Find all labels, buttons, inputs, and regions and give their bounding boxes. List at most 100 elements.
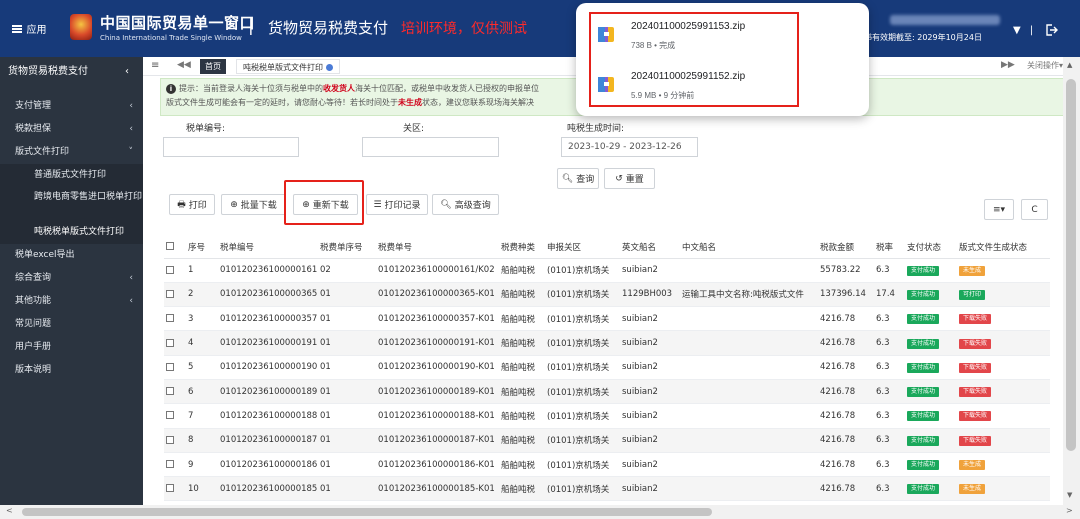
sidebar-item-version[interactable]: 版本说明 [0, 359, 143, 382]
column-header: 英文船名 [620, 236, 680, 259]
customs-label: 关区: [403, 124, 425, 134]
scroll-up-icon[interactable]: ▲ [1067, 61, 1072, 69]
cell-seq: 6 [186, 379, 218, 405]
table-row[interactable]: 9 010120236100000186 01 010120236100000186-… [164, 452, 1050, 478]
cell-seq: 9 [186, 452, 218, 478]
sidebar-subitem-crossborder-print[interactable]: 跨境电商零售进口税单打印 [0, 187, 143, 221]
table-row[interactable]: 2 010120236100000365 01 010120236100000365-… [164, 282, 1050, 308]
table-row[interactable]: 4 010120236100000191 01 010120236100000191-… [164, 330, 1050, 356]
scroll-right-icon[interactable]: > [1066, 506, 1073, 515]
row-checkbox-cell[interactable] [164, 379, 186, 405]
sidebar-item-query[interactable]: 综合查询 ‹ [0, 267, 143, 290]
print-button[interactable]: 🖶 打印 [169, 194, 215, 215]
sidebar-item-format-print[interactable]: 版式文件打印 ˅ [0, 141, 143, 164]
reset-button[interactable]: ↺ 重置 [604, 168, 655, 189]
sidebar-item-faq[interactable]: 常见问题 [0, 313, 143, 336]
table-row[interactable]: 7 010120236100000188 01 010120236100000188-… [164, 403, 1050, 429]
tax-no-input[interactable] [163, 137, 299, 157]
cell-kind: 船舶吨税 [499, 258, 545, 283]
row-checkbox-cell[interactable] [164, 282, 186, 308]
table-row[interactable]: 1 010120236100000161 02 010120236100000161/… [164, 258, 1050, 283]
checkbox[interactable] [166, 484, 174, 493]
checkbox[interactable] [166, 435, 174, 444]
generation-status-cell: 下载失败 [957, 306, 1050, 332]
menu-toggle-icon[interactable]: ≡ [151, 60, 159, 71]
cell-sub-seq: 01 [318, 379, 376, 405]
cell-tax-no: 010120236100000187 [218, 428, 318, 453]
cell-en-name: suibian2 [620, 476, 680, 502]
scroll-left-icon[interactable]: < [6, 506, 13, 515]
vertical-scroll-thumb[interactable] [1066, 79, 1076, 451]
horizontal-scroll-thumb[interactable] [22, 508, 712, 516]
tab-next-icon[interactable]: ▶▶ [1001, 60, 1015, 70]
sidebar-title[interactable]: 货物贸易税费支付 ‹ [0, 57, 143, 87]
close-tab-icon[interactable] [326, 64, 333, 71]
generation-status-cell: 未生成 [957, 258, 1050, 283]
refresh-button[interactable]: C [1021, 199, 1048, 220]
sidebar-item-manual[interactable]: 用户手册 [0, 336, 143, 359]
row-checkbox-cell[interactable] [164, 330, 186, 356]
checkbox[interactable] [166, 289, 174, 298]
table-row[interactable]: 5 010120236100000190 01 010120236100000190-… [164, 355, 1050, 380]
cell-tax-no: 010120236100000186 [218, 452, 318, 478]
print-record-button[interactable]: ☰ 打印记录 [366, 194, 428, 215]
sidebar-item-payment[interactable]: 支付管理 ‹ [0, 95, 143, 118]
select-all-checkbox[interactable] [164, 236, 186, 259]
sidebar-item-other[interactable]: 其他功能 ‹ [0, 290, 143, 313]
time-range-input[interactable]: 2023-10-29 - 2023-12-26 [561, 137, 698, 157]
payment-status-cell: 支付成功 [905, 476, 957, 502]
status-badge: 支付成功 [907, 265, 940, 276]
checkbox[interactable] [166, 314, 174, 323]
row-checkbox-cell[interactable] [164, 355, 186, 380]
sidebar-item-guarantee[interactable]: 税款担保 ‹ [0, 118, 143, 141]
horizontal-scrollbar[interactable]: < > [0, 505, 1080, 519]
checkbox[interactable] [166, 411, 174, 420]
customs-input[interactable] [362, 137, 499, 157]
table-row[interactable]: 10 010120236100000185 01 010120236100000185… [164, 476, 1050, 502]
checkbox[interactable] [166, 338, 174, 347]
batch-download-button[interactable]: ⊕ 批量下载 [221, 194, 286, 215]
cell-bill-no: 010120236100000161/K02 [376, 258, 499, 283]
table-row[interactable]: 3 010120236100000357 01 010120236100000357-… [164, 306, 1050, 332]
vertical-scrollbar[interactable]: ▲ ▼ [1063, 57, 1080, 505]
generation-status-cell: 下载失败 [957, 428, 1050, 453]
cell-rate: 17.4 [874, 282, 905, 308]
column-header: 税费单号 [376, 236, 499, 259]
row-checkbox-cell[interactable] [164, 306, 186, 332]
checkbox[interactable] [166, 265, 174, 274]
row-checkbox-cell[interactable] [164, 258, 186, 283]
cell-cn-name [680, 330, 818, 356]
sidebar-item-excel-export[interactable]: 税单excel导出 [0, 244, 143, 267]
scroll-down-icon[interactable]: ▼ [1067, 491, 1072, 499]
user-dropdown[interactable]: ▼ | [1013, 25, 1033, 36]
checkbox[interactable] [166, 460, 174, 469]
column-header: 税款金额 [818, 236, 874, 259]
brand-subtitle: China International Trade Single Window [100, 34, 242, 42]
cell-sub-seq: 01 [318, 476, 376, 502]
status-badge: 支付成功 [907, 484, 940, 495]
checkbox[interactable] [166, 362, 174, 371]
checkbox[interactable] [166, 387, 174, 396]
row-checkbox-cell[interactable] [164, 452, 186, 478]
caret-down-icon: ▼ [1013, 25, 1021, 36]
cell-en-name: suibian2 [620, 452, 680, 478]
tab-tonnage-print[interactable]: 吨税税单版式文件打印 [236, 59, 340, 74]
tab-home[interactable]: 首页 [200, 59, 226, 74]
payment-status-cell: 支付成功 [905, 330, 957, 356]
checkbox[interactable] [166, 242, 174, 251]
query-button[interactable]: 🔍︎ 查询 [557, 168, 599, 189]
row-checkbox-cell[interactable] [164, 476, 186, 502]
sidebar-subitem-normal-print[interactable]: 普通版式文件打印 [0, 164, 143, 187]
tab-prev-icon[interactable]: ◀◀ [177, 60, 191, 70]
logout-icon[interactable] [1044, 23, 1058, 37]
close-operations-menu[interactable]: 关闭操作▾ [1027, 60, 1063, 71]
status-badge: 下载失败 [959, 387, 992, 398]
column-toggle-button[interactable]: ≡▾ [984, 199, 1014, 220]
table-row[interactable]: 6 010120236100000189 01 010120236100000189-… [164, 379, 1050, 405]
table-row[interactable]: 8 010120236100000187 01 010120236100000187-… [164, 428, 1050, 453]
row-checkbox-cell[interactable] [164, 428, 186, 453]
sidebar-subitem-tonnage-print[interactable]: 吨税税单版式文件打印 [0, 221, 143, 244]
row-checkbox-cell[interactable] [164, 403, 186, 429]
advanced-query-button[interactable]: 🔍︎ 高级查询 [432, 194, 499, 215]
app-menu-button[interactable]: 应用 [0, 0, 58, 57]
